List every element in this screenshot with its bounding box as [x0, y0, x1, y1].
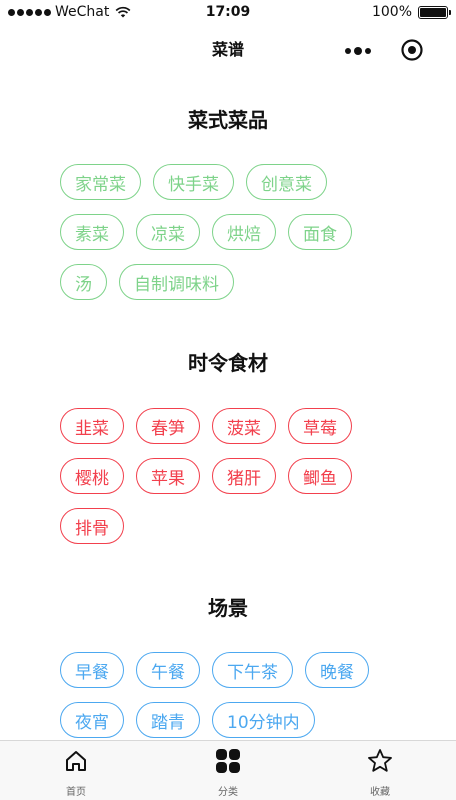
tag-seasonal-ingredient[interactable]: 草莓	[288, 408, 352, 444]
tag-seasonal-ingredient[interactable]: 苹果	[136, 458, 200, 494]
tag-seasonal-ingredient[interactable]: 菠菜	[212, 408, 276, 444]
battery-indicator: 100%	[371, 4, 451, 20]
tag-dish-type[interactable]: 自制调味料	[119, 264, 234, 300]
navigation-bar: 菜谱	[0, 24, 456, 72]
tag-seasonal-ingredient[interactable]: 韭菜	[60, 408, 124, 444]
tag-dish-type[interactable]: 凉菜	[136, 214, 200, 250]
section-title-seasonal: 时令食材	[188, 351, 268, 375]
tag-scene[interactable]: 晚餐	[305, 652, 369, 688]
tag-dish-type[interactable]: 家常菜	[60, 164, 141, 200]
tab-favorites[interactable]: 收藏	[304, 741, 456, 800]
tag-scene[interactable]: 10分钟内	[212, 702, 315, 738]
tag-seasonal-ingredient[interactable]: 樱桃	[60, 458, 124, 494]
tag-seasonal-ingredient[interactable]: 鲫鱼	[288, 458, 352, 494]
carrier-name: WeChat	[55, 4, 110, 20]
tab-home-label: 首页	[66, 787, 86, 798]
tag-seasonal-ingredient[interactable]: 春笋	[136, 408, 200, 444]
tag-group-seasonal: 韭菜 春笋 菠菜 草莓 樱桃 苹果 猪肝 鲫鱼 排骨	[60, 408, 400, 544]
wifi-icon	[115, 6, 131, 18]
home-icon	[66, 751, 86, 771]
tag-scene[interactable]: 午餐	[136, 652, 200, 688]
tag-dish-type[interactable]: 面食	[288, 214, 352, 250]
tab-home[interactable]: 首页	[0, 741, 152, 800]
tag-dish-type[interactable]: 快手菜	[153, 164, 234, 200]
tab-category-label: 分类	[218, 787, 238, 798]
tag-scene[interactable]: 早餐	[60, 652, 124, 688]
signal-strength-icon	[8, 8, 51, 16]
tag-seasonal-ingredient[interactable]: 猪肝	[212, 458, 276, 494]
section-title-dish-types: 菜式菜品	[188, 108, 268, 132]
tag-scene[interactable]: 夜宵	[60, 702, 124, 738]
tab-category[interactable]: 分类	[152, 741, 304, 800]
tag-dish-type[interactable]: 汤	[60, 264, 107, 300]
tag-scene[interactable]: 下午茶	[212, 652, 293, 688]
category-content: 菜式菜品 家常菜 快手菜 创意菜 素菜 凉菜 烘焙 面食 汤 自制调味料 时令食…	[0, 72, 456, 740]
tag-dish-type[interactable]: 素菜	[60, 214, 124, 250]
tab-favorites-label: 收藏	[370, 787, 390, 798]
close-miniprogram-icon[interactable]	[400, 38, 424, 62]
tag-seasonal-ingredient[interactable]: 排骨	[60, 508, 124, 544]
page-title: 菜谱	[211, 40, 244, 59]
battery-icon	[418, 5, 451, 19]
tag-dish-type[interactable]: 烘焙	[212, 214, 276, 250]
tag-group-scenes: 早餐 午餐 下午茶 晚餐 夜宵 踏青 10分钟内	[60, 652, 400, 738]
bottom-tab-bar: 首页 分类 收藏	[0, 740, 456, 800]
section-title-scenes: 场景	[208, 596, 248, 620]
battery-percent: 100%	[371, 4, 412, 20]
grid-icon	[216, 749, 240, 773]
status-bar: WeChat 17:09 100%	[0, 0, 456, 24]
phone-screen: WeChat 17:09 100% 菜谱 菜式菜品 家常菜 快手菜 创意菜 素菜…	[0, 0, 456, 800]
tag-scene[interactable]: 踏青	[136, 702, 200, 738]
star-icon	[368, 749, 392, 772]
tag-group-dish-types: 家常菜 快手菜 创意菜 素菜 凉菜 烘焙 面食 汤 自制调味料	[60, 164, 400, 300]
tag-dish-type[interactable]: 创意菜	[246, 164, 327, 200]
more-options-icon[interactable]	[345, 47, 371, 55]
